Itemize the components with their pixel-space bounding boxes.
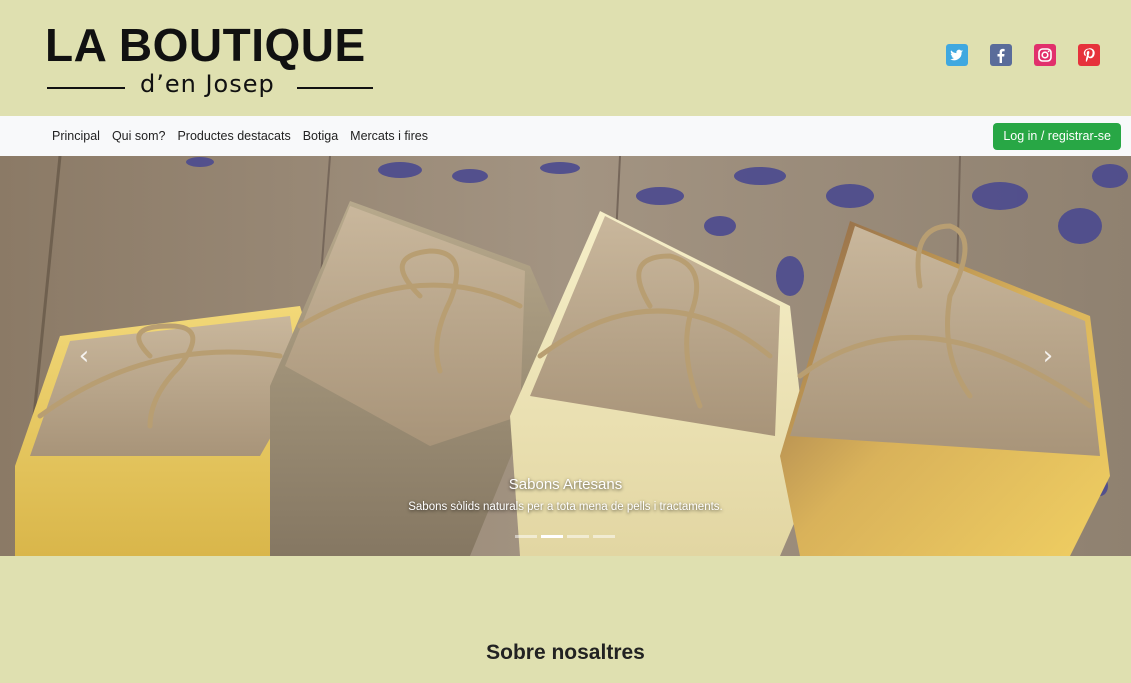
logo-divider-right xyxy=(297,87,373,89)
site-header: LA BOUTIQUE d’en Josep xyxy=(0,0,1131,116)
nav-link-principal[interactable]: Principal xyxy=(52,129,100,143)
carousel-indicator[interactable] xyxy=(567,535,589,538)
nav-link-productes-destacats[interactable]: Productes destacats xyxy=(177,129,290,143)
section-title-sobre-nosaltres: Sobre nosaltres xyxy=(486,641,645,664)
carousel-caption-title: Sabons Artesans xyxy=(508,476,623,493)
carousel-next-button[interactable]: › xyxy=(1036,341,1060,371)
logo-subtitle-row: d’en Josep xyxy=(45,70,377,104)
main-navbar: Principal Qui som? Productes destacats B… xyxy=(0,116,1131,156)
chevron-right-icon: › xyxy=(1042,341,1054,371)
soap-bars-image xyxy=(0,156,1131,556)
carousel-prev-button[interactable]: ‹ xyxy=(72,341,96,371)
pinterest-icon[interactable] xyxy=(1078,44,1100,66)
carousel-indicator[interactable] xyxy=(515,535,537,538)
hero-carousel: ‹ › Sabons Artesans Sabons sòlids natura… xyxy=(0,156,1131,556)
logo-subtitle: d’en Josep xyxy=(140,70,275,98)
nav-link-qui-som[interactable]: Qui som? xyxy=(112,129,166,143)
facebook-icon[interactable] xyxy=(990,44,1012,66)
carousel-indicator-active[interactable] xyxy=(541,535,563,538)
carousel-indicators xyxy=(515,535,615,538)
nav-link-botiga[interactable]: Botiga xyxy=(303,129,338,143)
site-logo[interactable]: LA BOUTIQUE d’en Josep xyxy=(45,22,377,104)
logo-divider-left xyxy=(47,87,125,89)
nav-links: Principal Qui som? Productes destacats B… xyxy=(52,116,428,156)
instagram-icon[interactable] xyxy=(1034,44,1056,66)
carousel-indicator[interactable] xyxy=(593,535,615,538)
login-register-button[interactable]: Log in / registrar-se xyxy=(993,123,1121,150)
carousel-caption-text: Sabons sòlids naturals per a tota mena d… xyxy=(408,501,723,513)
chevron-left-icon: ‹ xyxy=(78,341,90,371)
nav-link-mercats-i-fires[interactable]: Mercats i fires xyxy=(350,129,428,143)
social-links xyxy=(946,44,1100,66)
twitter-icon[interactable] xyxy=(946,44,968,66)
logo-title: LA BOUTIQUE xyxy=(45,19,366,71)
